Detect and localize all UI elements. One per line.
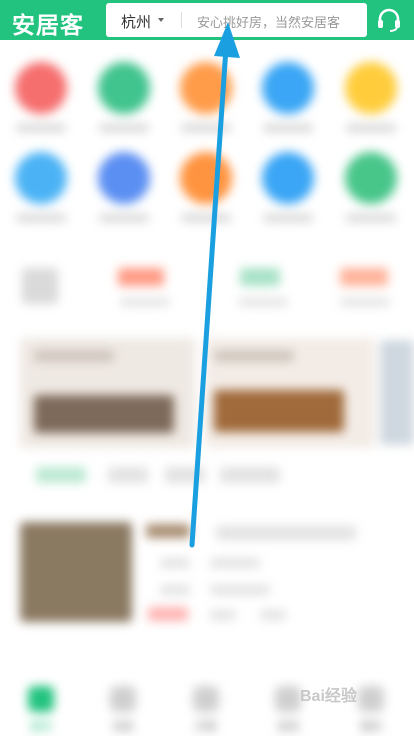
- service-label: [238, 298, 288, 306]
- service-label: [340, 298, 390, 306]
- category-label: [346, 124, 396, 132]
- category-label: [346, 214, 396, 222]
- tab-home[interactable]: 首页: [30, 718, 52, 734]
- app-logo[interactable]: 安居客: [12, 6, 84, 40]
- profile-icon[interactable]: [358, 686, 384, 712]
- tab-qa[interactable]: 问答: [195, 718, 217, 734]
- category-icon[interactable]: [15, 62, 67, 114]
- top-header: 安居客 杭州 安心挑好房，当然安居客: [0, 0, 414, 40]
- search-divider: [181, 12, 182, 28]
- blurred-content: 首页 消息 问答 发现 我的: [0, 40, 414, 736]
- home-icon[interactable]: [28, 686, 54, 712]
- listing-price: [148, 607, 188, 621]
- message-icon[interactable]: [110, 686, 136, 712]
- category-icon[interactable]: [180, 152, 232, 204]
- category-icon[interactable]: [345, 152, 397, 204]
- category-label: [181, 214, 231, 222]
- category-icon[interactable]: [180, 62, 232, 114]
- headset-icon[interactable]: [375, 7, 403, 33]
- category-icon[interactable]: [98, 152, 150, 204]
- tab-messages[interactable]: 消息: [112, 718, 134, 734]
- listing-meta: [210, 610, 236, 620]
- listing-title: [216, 526, 356, 540]
- listing-tag: [146, 524, 190, 538]
- category-icon[interactable]: [262, 62, 314, 114]
- promo-card[interactable]: [380, 340, 414, 445]
- category-label: [181, 124, 231, 132]
- category-icon[interactable]: [15, 152, 67, 204]
- service-label: [120, 298, 170, 306]
- service-badge: [240, 268, 280, 286]
- listing-meta: [160, 558, 190, 568]
- qa-icon[interactable]: [193, 686, 219, 712]
- category-label: [263, 214, 313, 222]
- service-badge: [118, 268, 164, 286]
- filter-chip[interactable]: [220, 467, 280, 483]
- baidu-watermark: Bai经验: [300, 688, 357, 705]
- promo-title: [214, 350, 294, 362]
- listing-meta: [210, 558, 260, 568]
- tab-discover[interactable]: 发现: [277, 718, 299, 734]
- filter-chip[interactable]: [108, 467, 148, 483]
- filter-chip[interactable]: [165, 467, 205, 483]
- service-icon[interactable]: [22, 268, 58, 304]
- category-label: [99, 124, 149, 132]
- promo-image: [214, 390, 344, 432]
- listing-meta: [210, 585, 270, 595]
- category-label: [263, 124, 313, 132]
- listing-meta: [260, 610, 286, 620]
- promo-image: [34, 395, 174, 433]
- service-badge: [340, 268, 388, 286]
- listing-meta: [160, 585, 190, 595]
- search-bar[interactable]: 杭州 安心挑好房，当然安居客: [106, 3, 367, 37]
- category-label: [99, 214, 149, 222]
- filter-chip[interactable]: [36, 467, 86, 483]
- promo-title: [34, 350, 114, 362]
- category-icon[interactable]: [345, 62, 397, 114]
- discover-icon[interactable]: [275, 686, 301, 712]
- category-label: [16, 124, 66, 132]
- search-input[interactable]: 安心挑好房，当然安居客: [197, 12, 340, 31]
- category-icon[interactable]: [98, 62, 150, 114]
- category-icon[interactable]: [262, 152, 314, 204]
- tab-profile[interactable]: 我的: [360, 718, 382, 734]
- listing-image[interactable]: [20, 522, 132, 622]
- city-selector[interactable]: 杭州: [121, 11, 151, 32]
- category-label: [16, 214, 66, 222]
- chevron-down-icon[interactable]: [158, 18, 164, 22]
